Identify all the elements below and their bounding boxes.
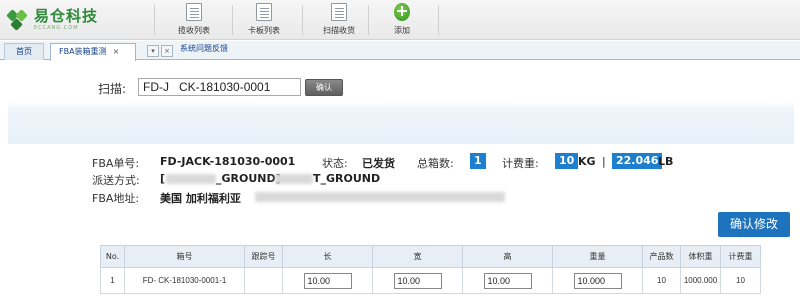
col-products: 产品数	[642, 245, 681, 268]
add-green-icon	[394, 3, 410, 21]
cell-width	[372, 267, 463, 294]
confirm-modify-button[interactable]: 确认修改	[718, 212, 790, 237]
cell-height	[462, 267, 553, 294]
table-header-row: No. 箱号 跟踪号 长 宽 高 重量 产品数 体积重 计费重	[100, 245, 761, 268]
scan-receive-button[interactable]: 扫描收货	[304, 3, 374, 37]
height-input[interactable]	[483, 272, 532, 289]
charge-weight-label: 计费重:	[502, 157, 539, 170]
logo-text: 易仓科技	[34, 7, 99, 25]
lb-unit: LB	[658, 155, 674, 168]
width-input[interactable]	[393, 272, 442, 289]
charge-weight-lb-badge: 22.046	[612, 153, 663, 169]
col-no: No.	[100, 245, 125, 268]
length-input[interactable]	[303, 272, 352, 289]
scan-label: 扫描:	[98, 82, 127, 96]
cell-volume-weight: 1000.000	[680, 267, 721, 294]
logo-icon	[6, 9, 30, 31]
cell-tracking	[244, 267, 283, 294]
weight-input[interactable]	[573, 272, 622, 289]
shipping-method-part-a: [	[160, 172, 166, 185]
box-table: No. 箱号 跟踪号 长 宽 高 重量 产品数 体积重 计费重 1 FD- CK…	[100, 245, 761, 294]
pallet-list-label: 卡板列表	[248, 26, 280, 35]
shipping-method-label: 派送方式:	[92, 174, 140, 187]
shipping-method-part-c: T_GROUND	[313, 172, 381, 185]
pickup-list-button[interactable]: 揽收列表	[159, 3, 229, 37]
tab-bar: 首页 FBA装箱重测 × ▾ × 系统问题反馈	[0, 41, 800, 61]
tab-menu-dropdown-icon[interactable]: ▾	[147, 45, 159, 57]
scan-receive-label: 扫描收货	[323, 26, 355, 35]
system-feedback-link[interactable]: 系统问题反馈	[180, 43, 228, 54]
charge-weight-kg-badge: 10	[555, 153, 579, 169]
cell-weight	[552, 267, 643, 294]
tab-home-label: 首页	[16, 47, 32, 56]
status-label: 状态:	[322, 157, 348, 170]
cell-box-no: FD- CK-181030-0001-1	[124, 267, 245, 294]
tab-home[interactable]: 首页	[4, 43, 44, 60]
col-volume-weight: 体积重	[680, 245, 721, 268]
document-list-icon	[331, 3, 347, 21]
kg-unit: KG	[578, 155, 596, 168]
tab-fba-remeasure-label: FBA装箱重测	[59, 47, 107, 56]
cell-no: 1	[100, 267, 125, 294]
document-list-icon	[186, 3, 202, 21]
redacted-area	[166, 174, 216, 184]
app-root: 易仓科技 ECCANG.COM 揽收列表 卡板列表 扫描收货 添加 首页 FBA…	[0, 0, 800, 300]
pallet-list-button[interactable]: 卡板列表	[229, 3, 299, 37]
unit-divider: |	[602, 155, 606, 168]
table-row: 1 FD- CK-181030-0001-1 10 1000.000 10	[100, 267, 761, 294]
company-logo: 易仓科技 ECCANG.COM	[6, 7, 99, 33]
col-charge-weight: 计费重	[720, 245, 761, 268]
add-button[interactable]: 添加	[367, 3, 437, 37]
tab-close-all-icon[interactable]: ×	[161, 45, 173, 57]
document-list-icon	[256, 3, 272, 21]
scan-confirm-button[interactable]: 确认	[305, 79, 343, 96]
scan-input[interactable]	[138, 78, 301, 96]
fba-number-value: FD-JACK-181030-0001	[160, 155, 296, 168]
redacted-area	[255, 192, 505, 202]
fba-number-label: FBA单号:	[92, 157, 140, 170]
fba-address-value: 美国 加利福利亚	[160, 192, 241, 205]
box-count-badge: 1	[470, 153, 486, 169]
cell-products: 10	[642, 267, 681, 294]
cell-length	[282, 267, 373, 294]
tab-close-icon[interactable]: ×	[113, 47, 120, 56]
col-box-no: 箱号	[124, 245, 245, 268]
add-label: 添加	[394, 26, 410, 35]
col-weight: 重量	[552, 245, 643, 268]
top-toolbar: 易仓科技 ECCANG.COM 揽收列表 卡板列表 扫描收货 添加	[0, 0, 800, 40]
logo-subtext: ECCANG.COM	[34, 25, 79, 31]
fba-address-label: FBA地址:	[92, 192, 140, 205]
pickup-list-label: 揽收列表	[178, 26, 210, 35]
redacted-area	[275, 174, 313, 184]
box-count-label: 总箱数:	[417, 157, 454, 170]
cell-charge-weight: 10	[720, 267, 761, 294]
status-value: 已发货	[362, 157, 395, 170]
shipping-method-part-b: _GROUND]	[216, 172, 281, 185]
col-height: 高	[462, 245, 553, 268]
tab-fba-remeasure[interactable]: FBA装箱重测 ×	[50, 43, 136, 61]
col-width: 宽	[372, 245, 463, 268]
col-tracking: 跟踪号	[244, 245, 283, 268]
scan-panel	[8, 66, 794, 144]
col-length: 长	[282, 245, 373, 268]
